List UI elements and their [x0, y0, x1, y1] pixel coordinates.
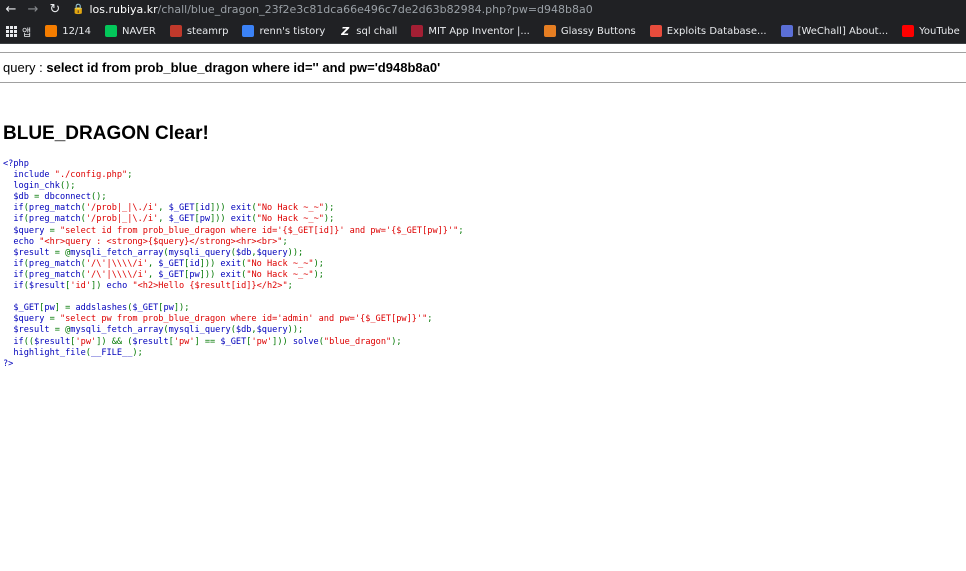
youtube-icon — [902, 25, 915, 37]
bookmark-item[interactable]: 12/14 — [45, 25, 91, 37]
bookmark-label: [WeChall] About... — [797, 25, 889, 37]
code-line: $query = "select pw from prob_blue_drago… — [13, 314, 433, 325]
clear-heading: BLUE_DRAGON Clear! — [3, 123, 209, 144]
bookmark-label: NAVER — [122, 25, 156, 37]
code-line: if($result['id']) echo "<h2>Hello {$resu… — [13, 281, 293, 292]
code-line: $query = "select id from prob_blue_drago… — [13, 225, 464, 236]
page-content: query : select id from prob_blue_dragon … — [0, 52, 966, 370]
bookmark-item[interactable]: [WeChall] About... — [780, 25, 889, 37]
steamrp-icon — [169, 25, 182, 37]
code-line: $result = @mysqli_fetch_array(mysqli_que… — [13, 247, 304, 258]
bookmark-label: renn's tistory — [259, 25, 326, 37]
blogger-icon — [45, 25, 58, 37]
glassy-buttons-icon — [543, 25, 556, 37]
bookmark-item[interactable]: steamrp — [169, 25, 229, 37]
reload-icon[interactable]: ↻ — [44, 0, 66, 19]
url-text[interactable]: los.rubiya.kr/chall/blue_dragon_23f2e3c8… — [89, 3, 592, 16]
lock-icon: 🔒 — [72, 4, 85, 15]
code-line: include "./config.php"; — [13, 170, 133, 181]
code-line: login_chk(); — [13, 181, 76, 192]
apps-grid-icon — [6, 25, 17, 37]
bookmark-item[interactable]: Zsql chall — [339, 24, 398, 38]
bookmark-item[interactable]: 앱 — [6, 24, 31, 39]
bookmark-item[interactable]: NAVER — [105, 25, 156, 37]
tistory-icon — [242, 25, 255, 37]
browser-toolbar: ← → ↻ 🔒 los.rubiya.kr/chall/blue_dragon_… — [0, 0, 966, 19]
bookmark-label: sql chall — [356, 25, 398, 37]
code-line: $_GET[pw] = addslashes($_GET[pw]); — [13, 303, 190, 314]
bookmark-item[interactable]: YouTube — [902, 25, 960, 37]
code-line: if(($result['pw']) && ($result['pw'] == … — [13, 336, 402, 347]
code-line: if(preg_match('/prob|_|\./i', $_GET[pw])… — [13, 214, 335, 225]
code-line: if(preg_match('/\'|\\\\/i', $_GET[pw])) … — [13, 269, 324, 280]
bookmark-label: YouTube — [919, 25, 960, 37]
bookmarks-bar: 앱 12/14 NAVER steamrp renn's tistory Zsql cha… — [0, 19, 966, 44]
address-bar[interactable]: 🔒 los.rubiya.kr/chall/blue_dragon_23f2e3… — [72, 0, 593, 19]
code-line: <?php — [3, 159, 29, 169]
code-line: if(preg_match('/prob|_|\./i', $_GET[id])… — [13, 203, 335, 214]
query-text: select id from prob_blue_dragon where id… — [46, 60, 441, 75]
code-line: ?> — [3, 358, 14, 369]
bookmark-item[interactable]: renn's tistory — [242, 25, 325, 37]
code-line: $db = dbconnect(); — [13, 192, 107, 203]
bookmark-label: Exploits Database... — [666, 25, 767, 37]
bookmark-label: steamrp — [186, 25, 229, 37]
forward-arrow-icon[interactable]: → — [22, 0, 44, 19]
code-line: if(preg_match('/\'|\\\\/i', $_GET[id])) … — [13, 258, 324, 269]
mit-app-inventor-icon — [411, 25, 424, 37]
back-arrow-icon[interactable]: ← — [0, 0, 22, 19]
bookmark-item[interactable]: Glassy Buttons — [543, 25, 636, 37]
code-line: $result = @mysqli_fetch_array(mysqli_que… — [13, 325, 304, 336]
bookmark-label: MIT App Inventor |... — [428, 25, 530, 37]
naver-icon — [105, 25, 118, 37]
code-line: echo "<hr>query : <strong>{$query}</stro… — [13, 236, 288, 247]
z-icon: Z — [341, 24, 350, 38]
bookmark-label: Glassy Buttons — [560, 25, 636, 37]
code-line: highlight_file(__FILE__); — [13, 347, 143, 358]
exploit-db-icon — [649, 25, 662, 37]
source-code: <?php include "./config.php"; login_chk(… — [3, 159, 966, 370]
bookmark-item[interactable]: Exploits Database... — [649, 25, 767, 37]
divider — [0, 82, 966, 83]
wechall-icon — [780, 25, 793, 37]
query-line: query : select id from prob_blue_dragon … — [3, 60, 441, 75]
bookmark-item[interactable]: MIT App Inventor |... — [411, 25, 530, 37]
bookmark-label: 앱 — [22, 27, 32, 39]
bookmark-label: 12/14 — [62, 25, 92, 37]
